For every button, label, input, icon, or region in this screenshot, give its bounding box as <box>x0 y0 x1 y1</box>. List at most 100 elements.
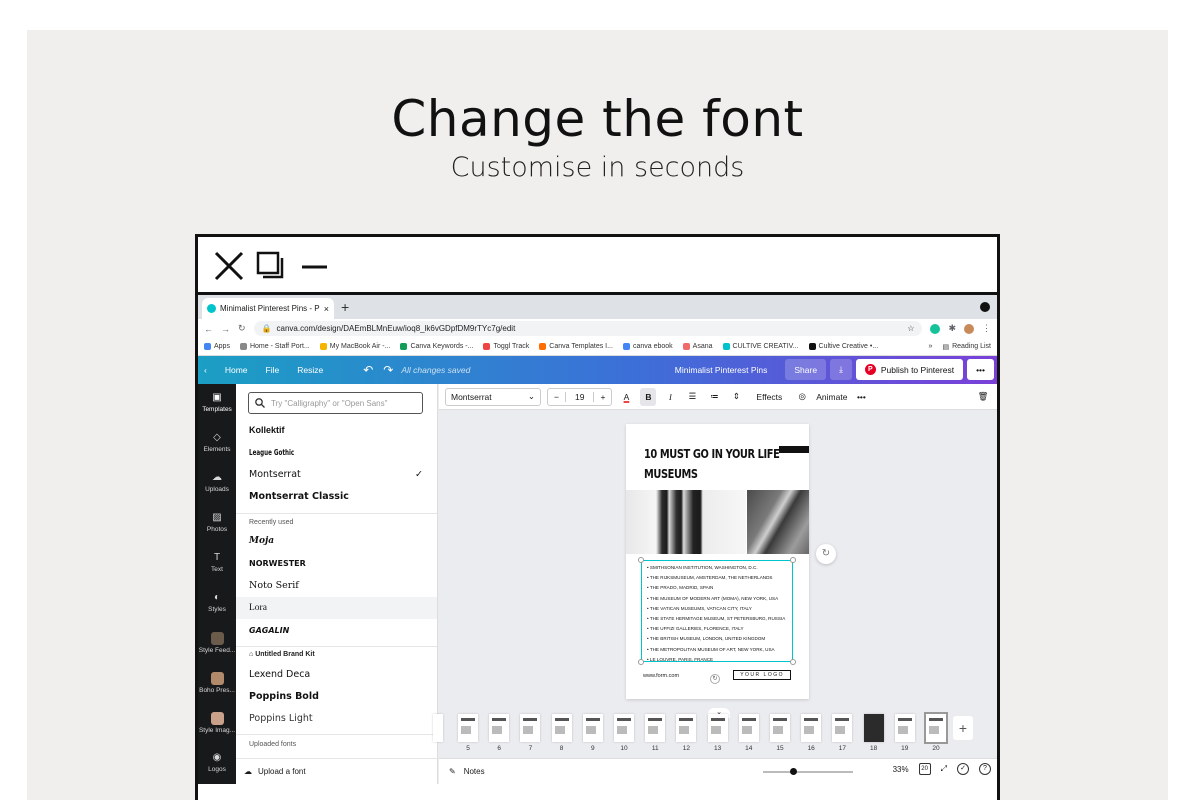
font-option[interactable]: Poppins Light <box>236 708 437 730</box>
page-count-button[interactable]: 20 <box>918 763 931 775</box>
bookmark-item[interactable]: canva ebook <box>622 343 673 350</box>
rail-item[interactable]: ▣ Templates <box>198 392 236 413</box>
page-thumbnail[interactable] <box>863 714 884 742</box>
font-option[interactable]: Noto Serif <box>236 575 437 597</box>
resize-handle[interactable] <box>638 659 644 665</box>
help-button[interactable]: ? <box>979 763 991 775</box>
design-title-text[interactable]: 10 MUST GO IN YOUR LIFE MUSEUMS <box>644 444 783 484</box>
page-thumbnail[interactable] <box>738 714 759 742</box>
page-thumbnail[interactable] <box>707 714 728 742</box>
font-option[interactable]: GAGALIN <box>236 619 437 641</box>
rotate-icon[interactable]: ↻ <box>710 674 720 684</box>
bookmark-item[interactable]: Canva Keywords -... <box>400 343 473 350</box>
back-arrow-icon[interactable]: ← <box>204 324 213 334</box>
page-thumbnail[interactable] <box>458 714 478 742</box>
fullscreen-icon[interactable]: ⤢ <box>941 764 947 774</box>
font-option[interactable]: Montserrat Classic <box>236 486 437 508</box>
resize-handle[interactable] <box>638 557 644 563</box>
reload-icon[interactable]: ↻ <box>238 323 246 334</box>
font-option[interactable]: Lora <box>236 596 437 619</box>
bookmarks-more-icon[interactable]: » <box>929 343 933 350</box>
redo-icon[interactable]: ↷ <box>383 363 393 377</box>
grammarly-extension-icon[interactable] <box>930 323 941 334</box>
text-color-button[interactable]: A <box>618 388 634 406</box>
gallery-photo[interactable] <box>626 490 746 554</box>
list-icon[interactable]: ≔ <box>706 388 722 406</box>
profile-avatar[interactable] <box>964 323 974 334</box>
page-thumbnail[interactable] <box>645 714 666 742</box>
download-icon[interactable]: ⤓ <box>830 359 852 380</box>
zoom-value[interactable]: 33% <box>893 765 909 774</box>
bookmark-star-icon[interactable]: ☆ <box>907 324 914 333</box>
upload-font-button[interactable]: ☁ Upload a font <box>236 758 437 784</box>
add-page-button[interactable]: + <box>953 716 973 740</box>
page-thumbnail[interactable] <box>551 714 572 742</box>
home-menu[interactable]: Home <box>225 365 248 375</box>
font-option[interactable]: Kollektif <box>236 419 437 441</box>
resize-handle[interactable] <box>790 659 796 665</box>
file-menu[interactable]: File <box>266 365 280 375</box>
rail-item[interactable]: ◐ Styles <box>198 592 236 613</box>
page-thumbnail[interactable] <box>433 714 443 742</box>
font-size-value[interactable]: 19 <box>564 391 595 402</box>
notes-button[interactable]: Notes <box>464 767 485 776</box>
bookmark-item[interactable]: Asana <box>682 343 713 350</box>
page-thumbnail[interactable] <box>801 714 822 742</box>
reading-list-button[interactable]: ▤ Reading List <box>942 343 991 351</box>
back-chevron-icon[interactable]: ‹ <box>204 365 207 375</box>
rail-item[interactable]: T Text <box>198 552 236 573</box>
logo-placeholder[interactable]: YOUR LOGO <box>733 670 791 680</box>
page-thumbnail[interactable] <box>894 714 915 742</box>
font-dropdown[interactable]: Montserrat ⌄ <box>445 387 541 406</box>
rail-item[interactable]: ☁ Uploads <box>198 472 236 493</box>
refresh-side-button[interactable]: ↻ <box>816 544 836 564</box>
font-option[interactable]: NORWESTER <box>236 552 437 574</box>
forward-arrow-icon[interactable]: → <box>221 324 230 334</box>
bookmark-item[interactable]: Toggl Track <box>483 343 529 350</box>
page-thumbnail[interactable] <box>924 712 948 744</box>
font-option[interactable]: Poppins Bold <box>236 685 437 707</box>
bold-button[interactable]: B <box>640 387 657 406</box>
check-icon[interactable]: ✓ <box>957 763 969 775</box>
rail-item[interactable]: Style Imag... <box>198 712 236 734</box>
rail-item[interactable]: ▨ Photos <box>198 512 236 533</box>
minimize-icon[interactable] <box>300 251 330 281</box>
notes-icon[interactable]: ✎ <box>449 767 456 776</box>
rail-item[interactable]: Style Feed... <box>198 632 236 654</box>
italic-button[interactable]: I <box>662 388 678 406</box>
rail-item[interactable]: Boho Pres... <box>198 672 236 694</box>
increase-size-button[interactable]: + <box>594 392 611 402</box>
resize-menu[interactable]: Resize <box>297 365 323 375</box>
bookmark-item[interactable]: Canva Templates I... <box>539 343 613 350</box>
rail-item[interactable]: ◇ Elements <box>198 432 236 453</box>
new-tab-button[interactable]: + <box>341 299 349 315</box>
page-thumbnail[interactable] <box>832 714 853 742</box>
page-thumbnail[interactable] <box>614 714 634 742</box>
browser-kebab-icon[interactable]: ⋮ <box>982 323 991 334</box>
tab-close-icon[interactable]: × <box>324 304 329 314</box>
extensions-icon[interactable]: ✱ <box>948 323 956 334</box>
zoom-slider-knob[interactable] <box>790 768 797 775</box>
bookmark-item[interactable]: Apps <box>204 343 230 350</box>
font-search-input[interactable]: Try "Calligraphy" or "Open Sans" <box>248 392 423 414</box>
bookmark-item[interactable]: Home - Staff Port... <box>239 343 310 350</box>
trash-icon[interactable]: 🗑 <box>975 388 991 406</box>
font-option[interactable]: League Gothic <box>236 441 437 463</box>
font-option[interactable]: Montserrat ✓ <box>236 464 437 486</box>
browser-tab[interactable]: Minimalist Pinterest Pins - Pint × <box>202 298 334 319</box>
animate-button[interactable]: Animate <box>816 388 847 406</box>
page-thumbnail[interactable] <box>770 714 790 742</box>
font-size-stepper[interactable]: − 19 + <box>547 387 613 406</box>
rail-item[interactable]: ◉ Logos <box>198 752 236 773</box>
decrease-size-button[interactable]: − <box>548 392 565 402</box>
close-icon[interactable] <box>214 251 244 281</box>
design-title[interactable]: Minimalist Pinterest Pins <box>675 365 768 375</box>
more-menu-button[interactable]: ••• <box>967 359 994 380</box>
resize-handle[interactable] <box>790 557 796 563</box>
page-thumbnail[interactable] <box>489 714 510 742</box>
spacing-icon[interactable]: ⇕ <box>728 388 744 406</box>
address-bar[interactable]: 🔒 canva.com/design/DAEmBLMnEuw/ioq8_lk6v… <box>253 321 923 336</box>
page-thumbnail[interactable] <box>520 714 541 742</box>
architecture-photo[interactable] <box>747 490 809 554</box>
share-button[interactable]: Share <box>785 359 827 380</box>
